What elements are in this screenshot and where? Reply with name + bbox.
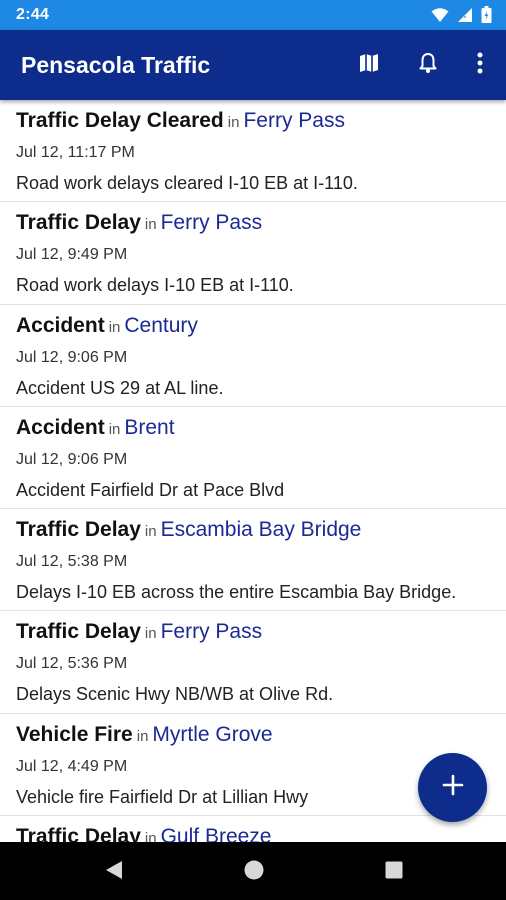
incident-title: Traffic Delay in Ferry Pass bbox=[16, 211, 262, 235]
in-label: in bbox=[136, 727, 149, 745]
incident-title: Accident in Century bbox=[16, 314, 198, 338]
plus-icon bbox=[442, 774, 464, 801]
incident-title: Accident in Brent bbox=[16, 416, 175, 440]
in-label: in bbox=[144, 830, 157, 842]
incident-date: Jul 12, 11:17 PM bbox=[16, 144, 135, 161]
incident-type: Vehicle Fire bbox=[16, 722, 133, 746]
incident-place-link[interactable]: Escambia Bay Bridge bbox=[161, 518, 362, 541]
map-icon bbox=[357, 51, 381, 80]
incident-place-link[interactable]: Century bbox=[124, 314, 198, 337]
app-bar: Pensacola Traffic bbox=[0, 30, 506, 100]
incident-date: Jul 12, 9:06 PM bbox=[16, 348, 128, 366]
incident-item[interactable]: Accident in Brent Jul 12, 9:06 PM Accident… bbox=[0, 407, 506, 510]
incident-item[interactable]: Traffic Delay in Escambia Bay Bridge Jul 1… bbox=[0, 509, 506, 612]
incident-place-link[interactable]: Ferry Pass bbox=[161, 211, 263, 234]
incident-date: Jul 12, 5:36 PM bbox=[16, 655, 128, 673]
status-icons bbox=[431, 6, 492, 28]
incident-description: Accident US 29 at AL line. bbox=[16, 377, 224, 398]
incident-description: Road work delays cleared I-10 EB at I-11… bbox=[16, 173, 358, 193]
status-bar: 2:44 bbox=[0, 0, 506, 30]
system-nav-bar bbox=[0, 842, 506, 900]
incident-place-link[interactable]: Gulf Breeze bbox=[161, 825, 272, 842]
incident-type: Traffic Delay bbox=[16, 518, 141, 542]
incident-title: Traffic Delay in Escambia Bay Bridge bbox=[16, 518, 361, 542]
back-icon bbox=[104, 859, 124, 886]
incident-date: Jul 12, 9:06 PM bbox=[16, 450, 128, 468]
incident-place-link[interactable]: Myrtle Grove bbox=[152, 723, 272, 746]
incident-feed: Traffic Delay Cleared in Ferry Pass Jul 12… bbox=[0, 100, 506, 842]
in-label: in bbox=[144, 216, 157, 234]
incident-type: Traffic Delay bbox=[16, 620, 141, 644]
incident-description: Accident Fairfield Dr at Pace Blvd bbox=[16, 479, 285, 500]
battery-icon bbox=[481, 6, 492, 28]
incident-description: Delays Scenic Hwy NB/WB at Olive Rd. bbox=[16, 684, 334, 705]
incident-type: Traffic Delay Cleared bbox=[16, 109, 224, 132]
in-label: in bbox=[227, 114, 240, 131]
map-button[interactable] bbox=[354, 50, 384, 80]
incident-item[interactable]: Traffic Delay Cleared in Ferry Pass Jul 12… bbox=[0, 100, 506, 203]
app-title: Pensacola Traffic bbox=[21, 52, 211, 78]
incident-date: Jul 12, 5:38 PM bbox=[16, 553, 128, 571]
incident-item[interactable]: Traffic Delay in Ferry Pass Jul 12, 5:36 P… bbox=[0, 611, 506, 714]
incident-title: Vehicle Fire in Myrtle Grove bbox=[16, 723, 273, 747]
add-report-button[interactable] bbox=[418, 753, 487, 822]
incident-place-link[interactable]: Ferry Pass bbox=[161, 620, 263, 643]
incident-type: Traffic Delay bbox=[16, 211, 141, 235]
incident-item[interactable]: Traffic Delay in Gulf Breeze bbox=[0, 816, 506, 842]
notifications-button[interactable] bbox=[413, 50, 443, 80]
incident-title: Traffic Delay in Gulf Breeze bbox=[16, 825, 271, 842]
in-label: in bbox=[144, 625, 157, 643]
incident-type: Traffic Delay bbox=[16, 825, 141, 842]
in-label: in bbox=[144, 523, 157, 541]
more-vert-icon bbox=[476, 51, 484, 80]
home-icon bbox=[243, 859, 265, 886]
in-label: in bbox=[108, 420, 121, 438]
bell-icon bbox=[416, 51, 440, 80]
incident-item[interactable]: Accident in Century Jul 12, 9:06 PM Accide… bbox=[0, 305, 506, 407]
incident-type: Accident bbox=[16, 313, 105, 337]
incident-date: Jul 12, 4:49 PM bbox=[16, 757, 128, 775]
incident-place-link[interactable]: Brent bbox=[124, 416, 174, 439]
back-button[interactable] bbox=[101, 859, 127, 885]
home-button[interactable] bbox=[241, 859, 267, 885]
wifi-icon bbox=[431, 7, 449, 28]
incident-date: Jul 12, 9:49 PM bbox=[16, 246, 128, 264]
signal-icon bbox=[457, 7, 473, 28]
recents-icon bbox=[384, 860, 404, 885]
incident-description: Vehicle fire Fairfield Dr at Lillian Hwy bbox=[16, 786, 309, 807]
status-time: 2:44 bbox=[16, 6, 50, 23]
recents-button[interactable] bbox=[381, 859, 407, 885]
incident-description: Road work delays I-10 EB at I-110. bbox=[16, 275, 294, 296]
incident-title: Traffic Delay in Ferry Pass bbox=[16, 620, 262, 644]
incident-description: Delays I-10 EB across the entire Escambi… bbox=[16, 582, 457, 603]
incident-title: Traffic Delay Cleared in Ferry Pass bbox=[16, 109, 345, 133]
incident-type: Accident bbox=[16, 415, 105, 439]
in-label: in bbox=[108, 318, 121, 336]
more-options-button[interactable] bbox=[465, 50, 495, 80]
incident-item[interactable]: Traffic Delay in Ferry Pass Jul 12, 9:49 P… bbox=[0, 202, 506, 305]
incident-place-link[interactable]: Ferry Pass bbox=[243, 109, 345, 132]
